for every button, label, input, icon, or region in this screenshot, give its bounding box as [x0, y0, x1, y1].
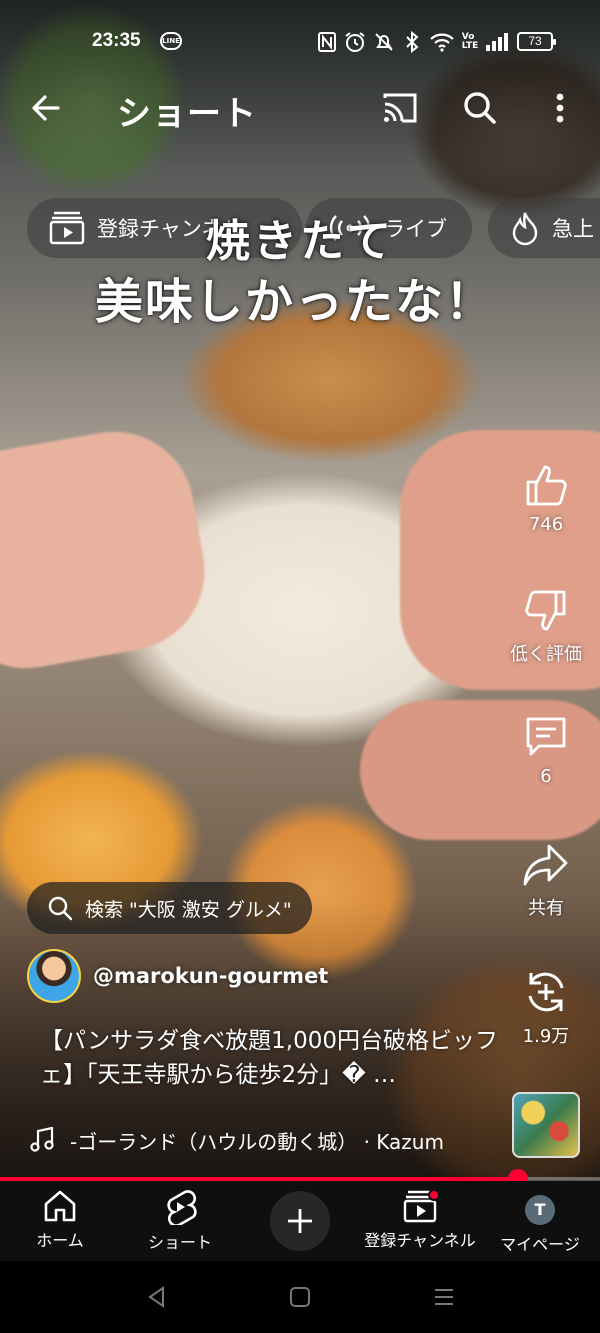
- cast-button[interactable]: [380, 90, 420, 126]
- channel-row[interactable]: @marokun-gourmet: [27, 948, 328, 1004]
- back-button[interactable]: [26, 88, 66, 128]
- search-button[interactable]: [460, 88, 500, 128]
- square-home-icon: [290, 1287, 310, 1307]
- system-recents-button[interactable]: [432, 1285, 456, 1309]
- sound-thumbnail[interactable]: [512, 1092, 580, 1158]
- share-label: 共有: [528, 898, 564, 919]
- bottom-navigation: ホーム ショート 登録チャンネル T マイページ: [0, 1181, 600, 1261]
- nav-label: ホーム: [36, 1231, 84, 1250]
- line-app-icon: LINE: [160, 32, 182, 50]
- system-home-button[interactable]: [288, 1285, 312, 1309]
- nav-subscriptions[interactable]: 登録チャンネル: [360, 1189, 480, 1251]
- nav-label: マイページ: [500, 1235, 580, 1254]
- top-app-bar: ショート: [0, 78, 600, 138]
- left-hand-image: [0, 419, 218, 681]
- signal-icon: [484, 30, 510, 54]
- nav-my-page[interactable]: T マイページ: [480, 1189, 600, 1255]
- music-title: -ゴーランド（ハウルの動く城） · Kazum: [70, 1129, 444, 1154]
- video-caption-overlay: 焼きたて 美味しかったな！: [0, 214, 600, 334]
- status-bar: 23:35 LINE Vo LTE 73: [0, 22, 600, 62]
- caption-line-1: 焼きたて: [206, 216, 394, 267]
- thumbs-up-icon: [526, 465, 567, 506]
- comment-count: 6: [540, 766, 552, 787]
- channel-handle[interactable]: @marokun-gourmet: [93, 964, 328, 988]
- shorts-icon: [167, 1190, 197, 1225]
- share-icon: [523, 844, 568, 886]
- more-vert-icon: [556, 93, 564, 123]
- search-suggestion-pill[interactable]: 検索 "大阪 激安 グルメ": [27, 882, 312, 934]
- more-options-button[interactable]: [545, 88, 575, 128]
- avatar-icon: T: [525, 1195, 555, 1225]
- thumbs-down-icon: [525, 590, 566, 631]
- comments-button[interactable]: 6: [506, 714, 586, 787]
- search-icon: [48, 896, 73, 921]
- volte-icon: Vo LTE: [461, 32, 479, 51]
- like-count: 746: [528, 514, 564, 535]
- nav-home[interactable]: ホーム: [0, 1189, 120, 1251]
- bluetooth-icon: [402, 30, 422, 54]
- arrow-left-icon: [32, 95, 60, 121]
- battery-icon: 73: [517, 32, 556, 51]
- plus-icon: [288, 1209, 312, 1233]
- nfc-icon: [316, 30, 338, 54]
- wifi-icon: [428, 30, 456, 54]
- nav-shorts[interactable]: ショート: [120, 1189, 240, 1253]
- cast-icon: [383, 93, 417, 123]
- menu-lines-icon: [435, 1289, 453, 1305]
- music-row[interactable]: -ゴーランド（ハウルの動く城） · Kazum: [30, 1122, 492, 1158]
- search-icon: [464, 92, 496, 124]
- status-time: 23:35: [92, 30, 141, 51]
- video-title[interactable]: 【パンサラダ食べ放題1,000円台破格ビッフェ】「天王寺駅から徒歩2分」� …: [40, 1024, 500, 1092]
- nav-label: ショート: [147, 1233, 212, 1252]
- system-navigation-bar: [0, 1261, 600, 1333]
- page-title: ショート: [117, 94, 257, 134]
- dislike-button[interactable]: 低く評価: [506, 588, 586, 666]
- music-note-icon: [30, 1127, 54, 1152]
- search-suggestion-text: 検索 "大阪 激安 グルメ": [85, 898, 292, 921]
- alarm-icon: [343, 30, 367, 54]
- triangle-back-icon: [148, 1286, 164, 1308]
- like-button[interactable]: 746: [506, 462, 586, 535]
- channel-avatar[interactable]: [27, 949, 81, 1003]
- dislike-label: 低く評価: [510, 644, 582, 665]
- remix-icon: [528, 972, 564, 1012]
- shorts-screen: 23:35 LINE Vo LTE 73 ショート 登録チャンネル ライブ 急上…: [0, 0, 600, 1333]
- home-icon: [44, 1190, 76, 1222]
- notification-dot: [428, 1189, 440, 1201]
- nav-label: 登録チャンネル: [364, 1231, 476, 1250]
- system-back-button[interactable]: [145, 1285, 169, 1309]
- comment-icon: [526, 717, 566, 756]
- remix-count: 1.9万: [522, 1026, 570, 1047]
- create-button[interactable]: [270, 1191, 330, 1251]
- remix-button[interactable]: 1.9万: [506, 968, 586, 1048]
- share-button[interactable]: 共有: [506, 842, 586, 920]
- mute-icon: [372, 30, 396, 54]
- caption-line-2: 美味しかったな！: [94, 274, 495, 330]
